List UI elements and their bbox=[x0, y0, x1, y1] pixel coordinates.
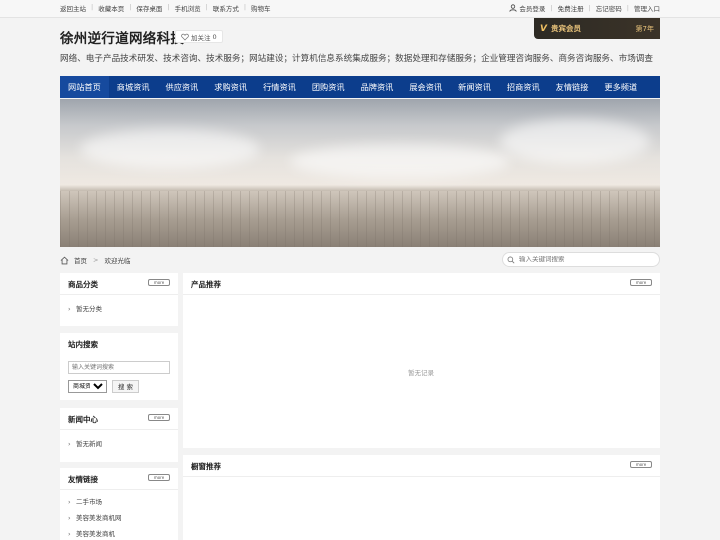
nav-item-invest[interactable]: 招商资讯 bbox=[499, 76, 548, 98]
breadcrumb-home[interactable]: 首页 bbox=[74, 255, 87, 265]
top-links-left: 返回主站 | 收藏本页 | 保存桌面 | 手机浏览 | 联系方式 | 购物车 bbox=[60, 3, 271, 13]
top-link-cart[interactable]: 购物车 bbox=[251, 3, 271, 13]
nav-item-news[interactable]: 新闻资讯 bbox=[450, 76, 499, 98]
top-link-contact[interactable]: 联系方式 bbox=[213, 3, 239, 13]
nav-item-supply[interactable]: 供应资讯 bbox=[158, 76, 207, 98]
user-icon bbox=[509, 4, 517, 12]
links-box: 友情链接 more 二手市场 美容美发商机网 美容美发商机 bbox=[60, 468, 178, 540]
admin-link[interactable]: 管理入口 bbox=[634, 3, 660, 13]
nav-item-group[interactable]: 团购资讯 bbox=[304, 76, 353, 98]
top-search bbox=[502, 252, 660, 267]
search-icon[interactable] bbox=[507, 256, 515, 264]
vip-label: 贵宾会员 bbox=[550, 24, 581, 33]
follow-label: 加关注 bbox=[191, 33, 211, 42]
top-link-mobile[interactable]: 手机浏览 bbox=[175, 3, 201, 13]
nav-item-market[interactable]: 行情资讯 bbox=[255, 76, 304, 98]
top-bar: 返回主站 | 收藏本页 | 保存桌面 | 手机浏览 | 联系方式 | 购物车 会员登录 | … bbox=[0, 0, 720, 18]
wooden-deck bbox=[60, 191, 660, 247]
news-more-button[interactable]: more bbox=[148, 414, 170, 421]
site-description: 网络、电子产品技术研发、技术咨询、技术服务；网站建设；计算机信息系统集成服务；数… bbox=[60, 54, 653, 64]
list-item[interactable]: 二手市场 bbox=[60, 494, 178, 510]
site-search-button[interactable]: 搜 索 bbox=[112, 380, 139, 393]
window-recommend-title: 橱窗推荐 bbox=[191, 462, 221, 471]
site-search-box: 站内搜索 商城资讯 搜 索 bbox=[60, 333, 178, 400]
nav-item-buy[interactable]: 求购资讯 bbox=[206, 76, 255, 98]
follow-count: 0 bbox=[212, 32, 217, 41]
breadcrumb: 首页 > 欢迎光临 bbox=[60, 252, 660, 268]
window-more-button[interactable]: more bbox=[630, 461, 652, 468]
banner-image bbox=[60, 99, 660, 247]
register-link[interactable]: 免费注册 bbox=[558, 3, 584, 13]
follow-button[interactable]: 加关注 0 bbox=[175, 30, 223, 43]
news-title: 新闻中心 bbox=[68, 415, 98, 424]
window-recommend-box: 橱窗推荐 more bbox=[183, 455, 660, 540]
site-search-select[interactable]: 商城资讯 bbox=[68, 380, 107, 393]
breadcrumb-current: 欢迎光临 bbox=[104, 257, 131, 265]
category-more-button[interactable]: more bbox=[148, 279, 170, 286]
top-links-right: 会员登录 | 免费注册 | 忘记密码 | 管理入口 bbox=[509, 3, 660, 13]
vip-badge: V 贵宾会员 第7年 bbox=[534, 18, 660, 39]
nav-item-links[interactable]: 友情链接 bbox=[548, 76, 597, 98]
product-recommend-title: 产品推荐 bbox=[191, 280, 221, 289]
heart-icon bbox=[181, 33, 189, 41]
product-more-button[interactable]: more bbox=[630, 279, 652, 286]
login-link[interactable]: 会员登录 bbox=[519, 3, 545, 13]
product-recommend-box: 产品推荐 more 暂无记录 bbox=[183, 273, 660, 448]
list-item[interactable]: 美容美发商机 bbox=[60, 526, 178, 540]
home-icon bbox=[60, 256, 69, 264]
list-item[interactable]: 暂无分类 bbox=[60, 301, 178, 317]
nav-item-home[interactable]: 网站首页 bbox=[60, 76, 109, 98]
links-title: 友情链接 bbox=[68, 475, 98, 484]
nav-item-expo[interactable]: 展会资讯 bbox=[401, 76, 450, 98]
nav-item-brand[interactable]: 品牌资讯 bbox=[353, 76, 402, 98]
top-search-input[interactable] bbox=[519, 256, 649, 263]
site-title: 徐州逆行道网络科技 bbox=[60, 31, 185, 47]
top-link-favorite[interactable]: 收藏本页 bbox=[98, 3, 124, 13]
news-box: 新闻中心 more 暂无新闻 bbox=[60, 408, 178, 462]
main-nav: 网站首页 商城资讯 供应资讯 求购资讯 行情资讯 团购资讯 品牌资讯 展会资讯 … bbox=[60, 76, 660, 98]
top-link-desktop[interactable]: 保存桌面 bbox=[136, 3, 162, 13]
top-link-home[interactable]: 返回主站 bbox=[60, 3, 86, 13]
empty-records: 暂无记录 bbox=[408, 369, 434, 377]
vip-logo: V bbox=[540, 23, 547, 34]
nav-item-more[interactable]: 更多频道 bbox=[596, 76, 645, 98]
breadcrumb-separator: > bbox=[93, 256, 99, 264]
site-search-input[interactable] bbox=[68, 361, 170, 374]
vip-year: 第7年 bbox=[635, 24, 654, 33]
list-item[interactable]: 暂无新闻 bbox=[60, 436, 178, 452]
links-more-button[interactable]: more bbox=[148, 474, 170, 481]
category-box: 商品分类 more 暂无分类 bbox=[60, 273, 178, 326]
category-title: 商品分类 bbox=[68, 280, 98, 289]
site-search-title: 站内搜索 bbox=[68, 340, 98, 349]
list-item[interactable]: 美容美发商机网 bbox=[60, 510, 178, 526]
nav-item-mall[interactable]: 商城资讯 bbox=[109, 76, 158, 98]
forgot-password-link[interactable]: 忘记密码 bbox=[596, 3, 622, 13]
